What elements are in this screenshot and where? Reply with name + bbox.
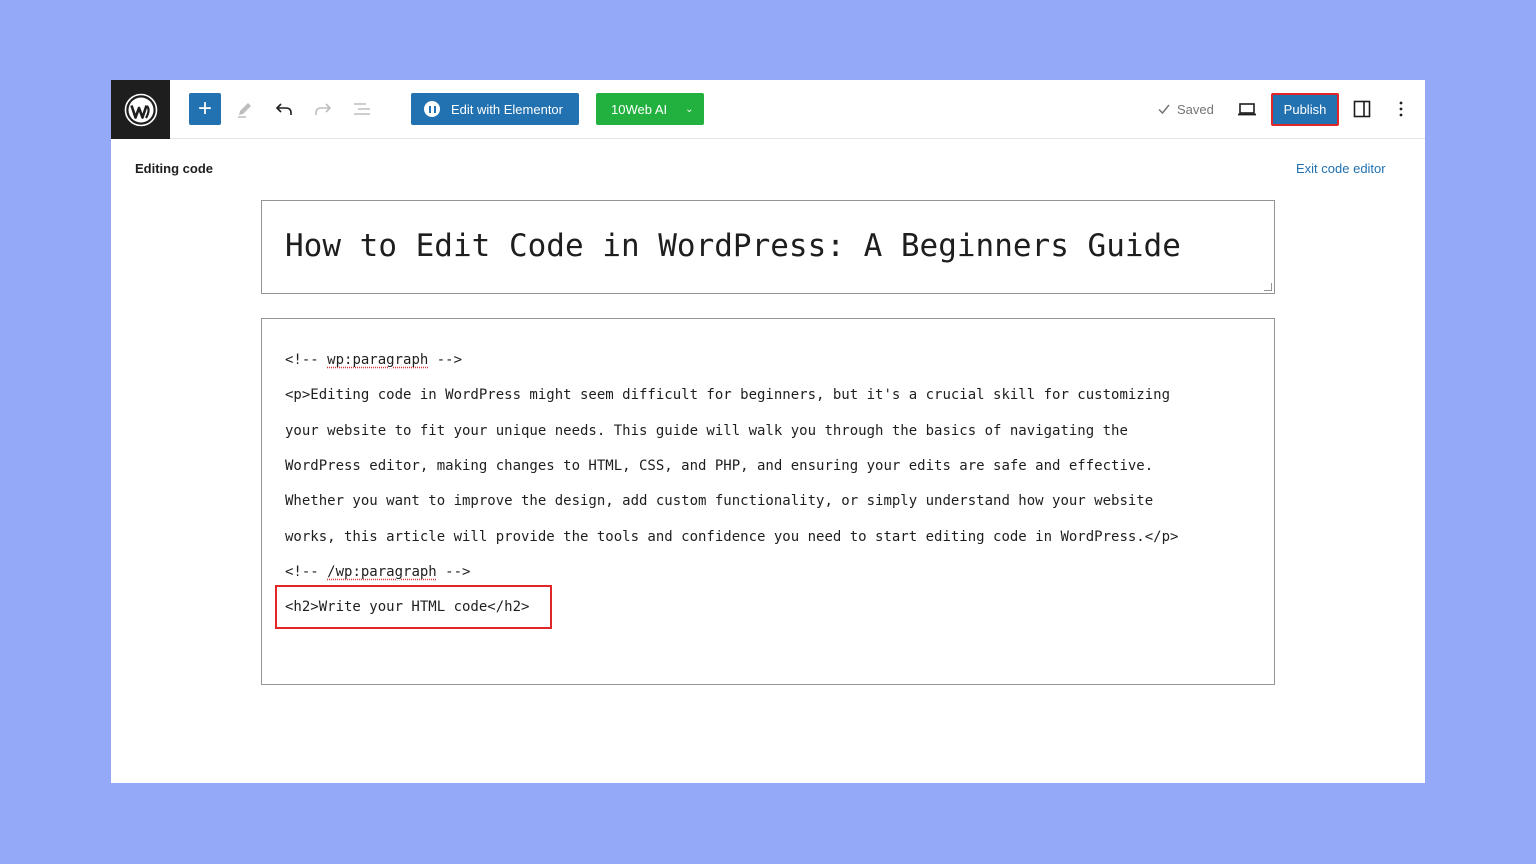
code-line: works, this article will provide the too…: [285, 529, 1179, 545]
redo-icon: [315, 103, 332, 115]
code-line: your website to fit your unique needs. T…: [285, 423, 1128, 439]
wordpress-logo-button[interactable]: [111, 80, 170, 139]
tools-button[interactable]: [229, 93, 261, 125]
h2-highlight-box: [275, 585, 552, 629]
pencil-icon: [238, 103, 251, 118]
editor-toolbar: + Edit with Elementor 10Web AI ⌄ Saved P…: [111, 80, 1425, 139]
edit-with-elementor-button[interactable]: Edit with Elementor: [411, 93, 579, 125]
tenweb-ai-label: 10Web AI: [611, 101, 668, 117]
undo-icon: [275, 103, 292, 115]
more-options-icon: [1399, 101, 1403, 117]
code-line-comment-open: <!-- wp:paragraph -->: [285, 350, 462, 370]
edit-with-elementor-label: Edit with Elementor: [451, 101, 563, 117]
code-token: <!--: [285, 564, 328, 580]
elementor-icon: [424, 101, 440, 117]
plus-icon: +: [197, 95, 212, 122]
wordpress-logo-icon: [124, 93, 157, 126]
exit-code-editor-link[interactable]: Exit code editor: [1296, 161, 1386, 176]
preview-button[interactable]: [1231, 93, 1263, 125]
post-title-text: How to Edit Code in WordPress: A Beginne…: [285, 228, 1181, 264]
code-token-spellcheck: /wp:paragraph: [327, 564, 437, 580]
code-token: -->: [428, 352, 463, 368]
list-view-button[interactable]: [346, 93, 378, 125]
editor-window: + Edit with Elementor 10Web AI ⌄ Saved P…: [111, 80, 1425, 783]
undo-button[interactable]: [268, 93, 300, 125]
saved-status: Saved: [1157, 100, 1214, 118]
chevron-down-icon: ⌄: [685, 103, 694, 115]
tenweb-ai-button[interactable]: 10Web AI ⌄: [596, 93, 704, 125]
code-line: WordPress editor, making changes to HTML…: [285, 458, 1154, 474]
settings-sidebar-button[interactable]: [1346, 93, 1378, 125]
code-line-comment-close: <!-- /wp:paragraph -->: [285, 562, 470, 582]
post-title-textarea[interactable]: How to Edit Code in WordPress: A Beginne…: [261, 200, 1275, 294]
add-block-button[interactable]: +: [189, 93, 221, 125]
resize-handle[interactable]: [1264, 283, 1272, 291]
sidebar-toggle-icon: [1353, 100, 1371, 118]
saved-label: Saved: [1177, 101, 1214, 117]
desktop-preview-icon: [1238, 103, 1256, 116]
publish-label: Publish: [1283, 102, 1327, 117]
code-line: Whether you want to improve the design, …: [285, 493, 1154, 509]
list-view-icon: [354, 103, 370, 115]
redo-button[interactable]: [307, 93, 339, 125]
code-token: <!--: [285, 352, 328, 368]
more-options-button[interactable]: [1385, 93, 1417, 125]
code-editor-textarea[interactable]: <!-- wp:paragraph --> <p>Editing code in…: [261, 318, 1275, 685]
publish-button[interactable]: Publish: [1271, 93, 1339, 126]
code-token-spellcheck: wp:paragraph: [327, 352, 429, 368]
code-token: -->: [436, 564, 471, 580]
check-icon: [1158, 104, 1170, 115]
editing-code-label: Editing code: [135, 161, 213, 176]
code-line: <p>Editing code in WordPress might seem …: [285, 387, 1171, 403]
